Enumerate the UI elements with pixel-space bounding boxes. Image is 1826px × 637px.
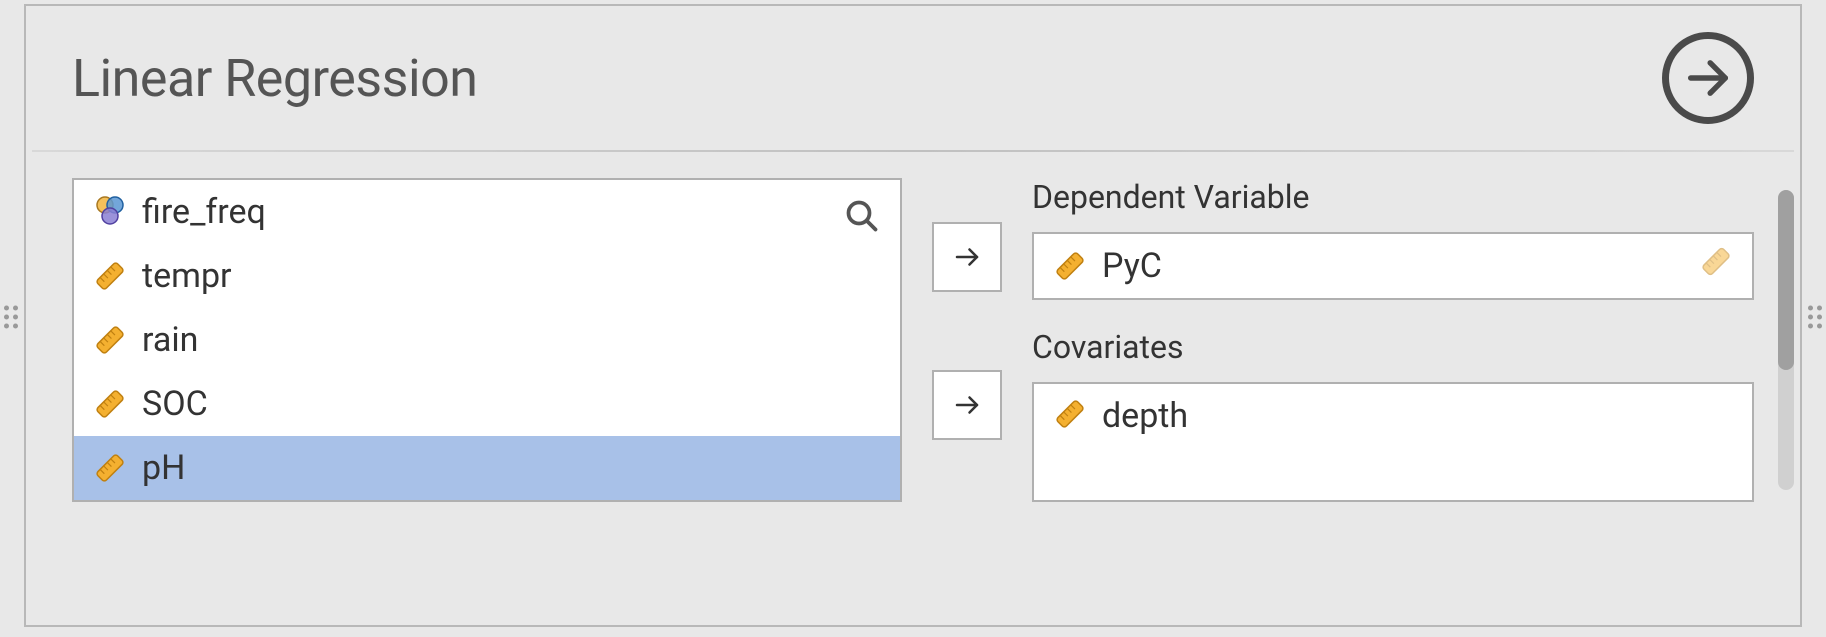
resize-handle-right[interactable] [1808,305,1822,328]
search-icon [844,198,880,234]
panel-header: Linear Regression [26,6,1800,150]
scale-icon [92,450,128,486]
dependent-variable-value: PyC [1102,246,1162,286]
variable-item[interactable]: pH [74,436,900,500]
arrow-right-icon [952,390,982,420]
run-analysis-button[interactable] [1662,32,1754,124]
covariates-dropbox[interactable]: depth [1032,382,1754,502]
variable-item[interactable]: rain [74,308,900,372]
content-area: fire_freq tempr [26,152,1800,502]
panel-scrollbar[interactable] [1778,190,1794,490]
variable-item[interactable]: fire_freq [74,180,900,244]
assign-covariates-button[interactable] [932,370,1002,440]
target-fields-column: Dependent Variable PyC [1032,178,1754,502]
covariate-item-label: depth [1102,396,1188,436]
dependent-variable-dropbox[interactable]: PyC [1032,232,1754,300]
assign-buttons-column [932,178,1002,502]
analysis-panel: Linear Regression [24,4,1802,627]
scale-icon [1052,248,1088,284]
nominal-icon [92,194,128,230]
arrow-right-icon [952,242,982,272]
arrow-right-icon [1682,52,1734,104]
search-button[interactable] [844,198,880,238]
dependent-variable-label: Dependent Variable [1032,178,1754,216]
variable-label: SOC [142,384,208,424]
panel-title: Linear Regression [72,48,477,109]
scale-type-indicator-icon [1698,244,1734,289]
resize-handle-left[interactable] [4,305,18,328]
variable-item[interactable]: SOC [74,372,900,436]
scale-icon [1052,396,1088,432]
variable-item[interactable]: tempr [74,244,900,308]
scale-icon [92,258,128,294]
variable-label: rain [142,320,198,360]
variable-label: fire_freq [142,192,266,232]
available-variables-list[interactable]: fire_freq tempr [72,178,902,502]
assign-dependent-button[interactable] [932,222,1002,292]
covariates-label: Covariates [1032,328,1754,366]
variable-label: tempr [142,256,232,296]
scale-icon [92,322,128,358]
scrollbar-thumb[interactable] [1778,190,1794,370]
scale-icon [92,386,128,422]
variable-label: pH [142,448,185,488]
